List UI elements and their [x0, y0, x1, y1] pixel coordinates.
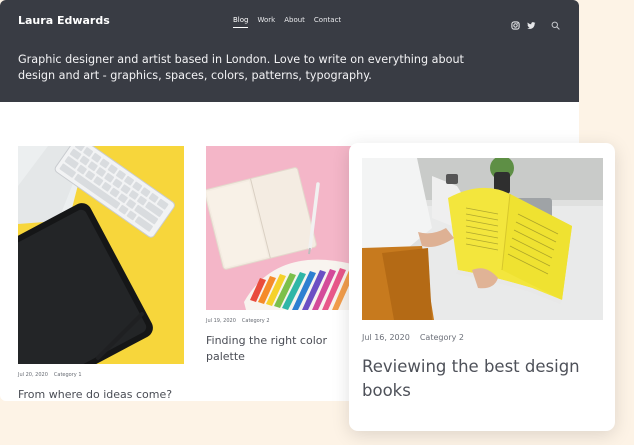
post-category[interactable]: Category 1 [54, 372, 82, 378]
nav-work[interactable]: Work [257, 16, 275, 28]
post-category[interactable]: Category 2 [420, 333, 464, 342]
main-nav: Blog Work About Contact [233, 16, 341, 28]
nav-blog[interactable]: Blog [233, 16, 249, 28]
twitter-icon [527, 15, 536, 29]
site-header: Laura Edwards Blog Work About Contact Gr… [0, 0, 579, 102]
post-image-reading-book[interactable] [362, 158, 603, 320]
post-date: Jul 19, 2020 [206, 318, 236, 324]
post-title[interactable]: Finding the right color palette [206, 333, 346, 365]
site-tagline: Graphic designer and artist based in Lon… [18, 53, 464, 82]
post-title[interactable]: Reviewing the best design books [362, 355, 597, 403]
instagram-icon [511, 15, 520, 30]
post-image-keyboard-tablet[interactable] [18, 146, 184, 364]
post-category[interactable]: Category 2 [242, 318, 270, 324]
search-icon [551, 15, 560, 30]
post-meta: Jul 20, 2020 Category 1 [18, 372, 82, 378]
post-meta: Jul 19, 2020 Category 2 [206, 318, 270, 324]
instagram-link[interactable] [511, 15, 520, 30]
post-image-notebook-swatches[interactable] [206, 146, 356, 310]
post-date: Jul 20, 2020 [18, 372, 48, 378]
search-button[interactable] [551, 15, 560, 30]
post-meta: Jul 16, 2020 Category 2 [362, 333, 464, 342]
site-logo[interactable]: Laura Edwards [18, 14, 110, 27]
twitter-link[interactable] [527, 15, 536, 29]
nav-contact[interactable]: Contact [314, 16, 341, 28]
post-date: Jul 16, 2020 [362, 333, 410, 342]
featured-post-card[interactable]: Jul 16, 2020 Category 2 Reviewing the be… [349, 143, 615, 431]
post-title[interactable]: From where do ideas come? [18, 387, 186, 401]
nav-about[interactable]: About [284, 16, 305, 28]
